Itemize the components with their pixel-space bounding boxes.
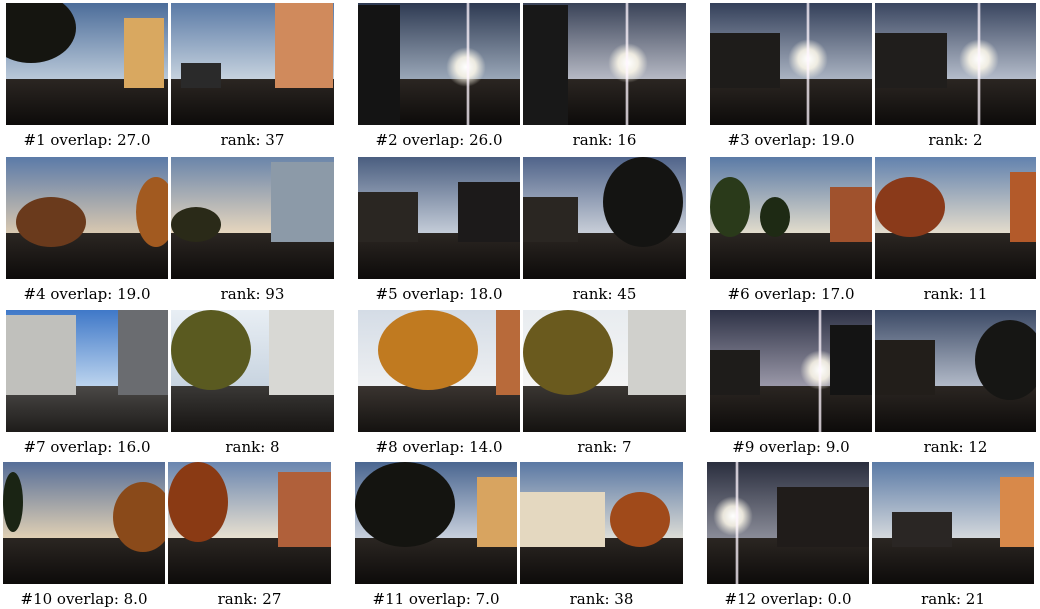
retrieved-image-3 [875,3,1036,125]
query-image-4 [6,157,168,279]
query-image-5 [358,157,520,279]
overlap-caption: #8 overlap: 14.0 [375,438,503,456]
rank-caption: rank: 93 [220,285,285,303]
query-image-12 [707,462,869,584]
overlap-caption: #7 overlap: 16.0 [23,438,151,456]
overlap-caption: #12 overlap: 0.0 [724,590,852,608]
rank-caption: rank: 37 [220,131,285,149]
overlap-caption: #2 overlap: 26.0 [375,131,503,149]
overlap-caption: #6 overlap: 17.0 [727,285,855,303]
rank-caption: rank: 2 [928,131,983,149]
rank-caption: rank: 27 [217,590,282,608]
retrieved-image-11 [520,462,683,584]
query-image-7 [6,310,168,432]
retrieved-image-5 [523,157,686,279]
query-image-8 [358,310,520,432]
query-image-9 [710,310,872,432]
overlap-caption: #5 overlap: 18.0 [375,285,503,303]
query-image-11 [355,462,517,584]
retrieved-image-8 [523,310,686,432]
overlap-caption: #11 overlap: 7.0 [372,590,500,608]
query-image-2 [358,3,520,125]
overlap-caption: #4 overlap: 19.0 [23,285,151,303]
rank-caption: rank: 16 [572,131,637,149]
rank-caption: rank: 11 [923,285,988,303]
overlap-caption: #1 overlap: 27.0 [23,131,151,149]
retrieved-image-10 [168,462,331,584]
query-image-3 [710,3,872,125]
rank-caption: rank: 21 [921,590,985,608]
rank-caption: rank: 12 [923,438,988,456]
query-image-10 [3,462,165,584]
rank-caption: rank: 8 [225,438,280,456]
overlap-caption: #10 overlap: 8.0 [20,590,148,608]
retrieved-image-9 [875,310,1036,432]
retrieved-image-7 [171,310,334,432]
query-image-6 [710,157,872,279]
retrieved-image-6 [875,157,1036,279]
rank-caption: rank: 45 [572,285,637,303]
retrieved-image-1 [171,3,334,125]
rank-caption: rank: 7 [577,438,632,456]
retrieved-image-12 [872,462,1034,584]
retrieved-image-2 [523,3,686,125]
retrieved-image-4 [171,157,334,279]
rank-caption: rank: 38 [569,590,634,608]
overlap-caption: #3 overlap: 19.0 [727,131,855,149]
overlap-caption: #9 overlap: 9.0 [732,438,850,456]
query-image-1 [6,3,168,125]
